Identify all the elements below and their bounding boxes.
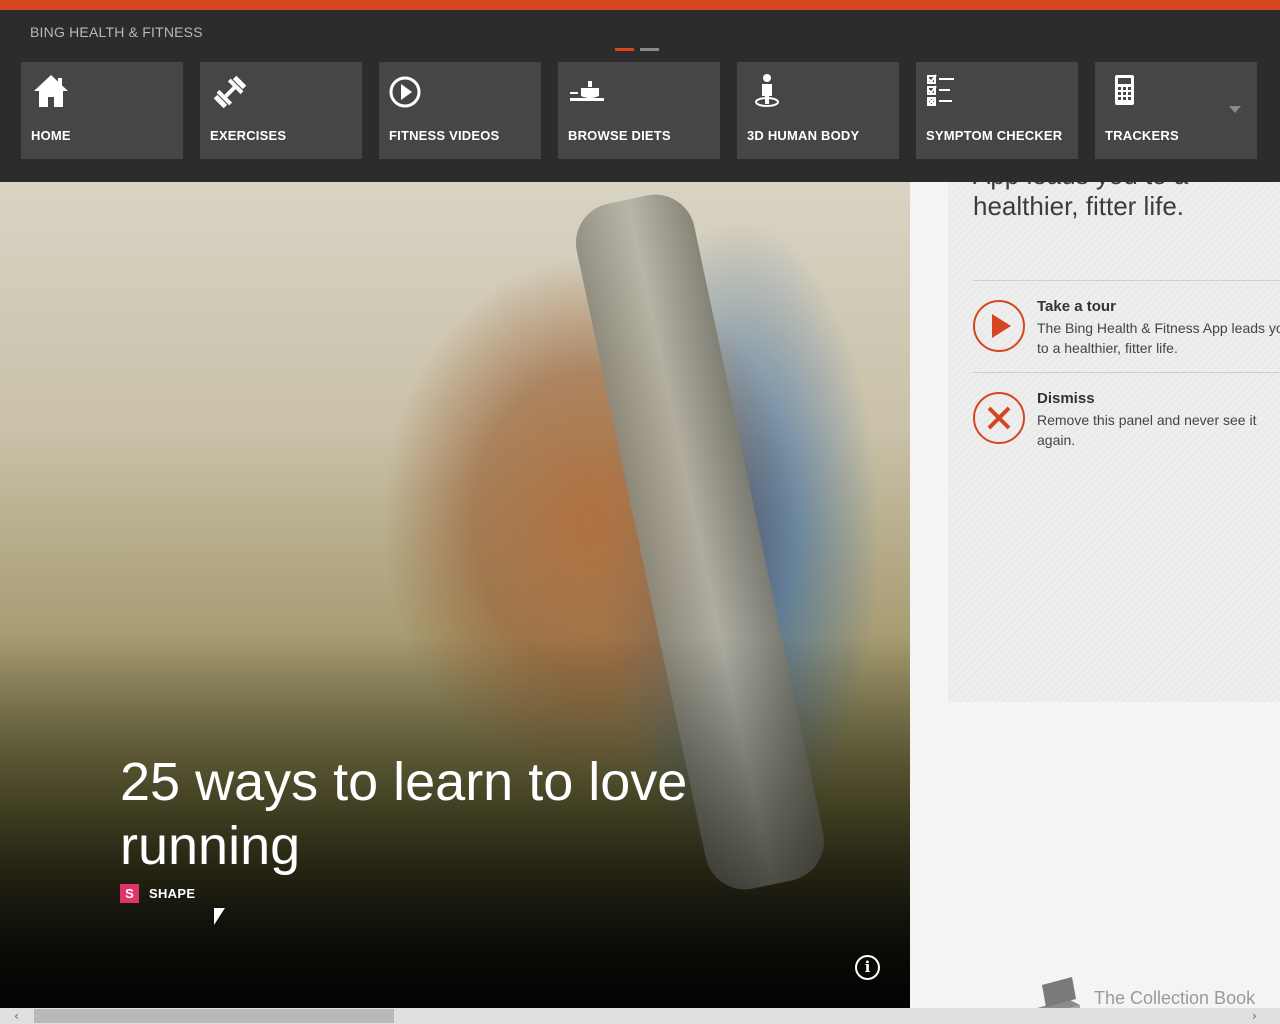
nav-tile-label: HOME: [31, 128, 71, 143]
page-dot: [640, 48, 659, 51]
accent-bar: [0, 0, 1280, 10]
calculator-icon: [1115, 75, 1134, 105]
hero-title: 25 ways to learn to love running: [120, 752, 688, 876]
app-title: BING HEALTH & FITNESS: [30, 24, 203, 40]
nav-tile-label: EXERCISES: [210, 128, 287, 143]
action-description: The Bing Health & Fitness App leads you …: [1037, 320, 1280, 356]
page-dot-active: [615, 48, 634, 51]
scroll-left-icon[interactable]: ‹: [14, 1010, 26, 1022]
nav-tile-browse-diets[interactable]: BROWSE DIETS: [558, 62, 720, 159]
info-icon[interactable]: i: [855, 955, 880, 980]
play-icon: [973, 300, 1025, 352]
close-icon: [973, 392, 1025, 444]
play-circle-icon: [389, 76, 421, 108]
nav-tile-3d-human-body[interactable]: 3D HUMAN BODY: [737, 62, 899, 159]
nav-tile-home[interactable]: HOME: [21, 62, 183, 159]
action-title: Take a tour: [1037, 298, 1116, 315]
nav-tile-label: FITNESS VIDEOS: [389, 128, 500, 143]
intro-text: App leads you to a healthier, fitter lif…: [973, 182, 1188, 221]
hero-article[interactable]: 25 ways to learn to love running S SHAPE…: [0, 182, 910, 1008]
horizontal-scrollbar[interactable]: ‹ ›: [0, 1008, 1280, 1024]
nav-tile-exercises[interactable]: EXERCISES: [200, 62, 362, 159]
app-navigation-bar: BING HEALTH & FITNESS HOME EXERCISES FIT…: [0, 10, 1280, 182]
human-body-icon: [755, 74, 779, 107]
scroll-right-icon[interactable]: ›: [1252, 1010, 1264, 1022]
food-plate-icon: [570, 81, 604, 101]
intro-panel: App leads you to a healthier, fitter lif…: [948, 182, 1280, 702]
nav-tile-symptom-checker[interactable]: SYMPTOM CHECKER: [916, 62, 1078, 159]
article-source: S SHAPE: [120, 884, 195, 903]
page-indicator: [615, 48, 659, 51]
nav-tile-label: 3D HUMAN BODY: [747, 128, 860, 143]
action-title: Dismiss: [1037, 390, 1095, 407]
nav-tile-label: TRACKERS: [1105, 128, 1179, 143]
nav-more-button[interactable]: [1214, 62, 1256, 159]
divider: [973, 372, 1280, 373]
chevron-down-icon: [1229, 106, 1241, 113]
nav-tile-label: BROWSE DIETS: [568, 128, 671, 143]
source-logo: S: [120, 884, 139, 903]
divider: [973, 280, 1280, 281]
nav-tile-label: SYMPTOM CHECKER: [926, 128, 1063, 143]
home-icon: [34, 75, 68, 107]
action-description: Remove this panel and never see it again…: [1037, 412, 1257, 448]
mouse-cursor: [214, 908, 225, 925]
source-name: SHAPE: [149, 886, 196, 901]
dumbbell-icon: [213, 75, 247, 109]
checklist-icon: [927, 74, 954, 106]
scrollbar-thumb[interactable]: [34, 1009, 394, 1023]
nav-tile-fitness-videos[interactable]: FITNESS VIDEOS: [379, 62, 541, 159]
collection-label: The Collection Book: [1094, 987, 1256, 1008]
